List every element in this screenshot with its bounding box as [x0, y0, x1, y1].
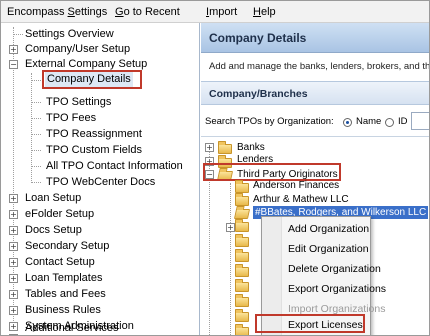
- folder-icon: [235, 294, 249, 307]
- expand-icon[interactable]: +: [226, 223, 235, 232]
- radio-id-label: ID: [398, 116, 408, 127]
- app-window: Encompass Settings Go to Recent Import H…: [0, 0, 430, 336]
- tree-item-secondary-setup[interactable]: Secondary Setup: [25, 239, 109, 254]
- folder-icon: [235, 193, 249, 206]
- expand-icon[interactable]: +: [9, 194, 18, 203]
- menu-delete-organization[interactable]: Delete Organization: [288, 263, 381, 275]
- tree-item-loan-templates[interactable]: Loan Templates: [25, 271, 102, 286]
- folder-icon: [235, 180, 249, 193]
- expand-icon[interactable]: +: [9, 242, 18, 251]
- expand-icon[interactable]: +: [9, 258, 18, 267]
- radio-name-label: Name: [356, 116, 382, 127]
- folder-icon: [235, 309, 249, 322]
- tree-item-tpo-settings[interactable]: TPO Settings: [46, 95, 111, 110]
- folder-icon: [235, 279, 249, 292]
- menu-import[interactable]: Import: [206, 6, 237, 18]
- menu-add-organization[interactable]: Add Organization: [288, 223, 369, 235]
- tree-item-business-rules[interactable]: Business Rules: [25, 303, 101, 318]
- expand-icon[interactable]: +: [9, 226, 18, 235]
- radio-name[interactable]: [343, 118, 352, 127]
- expand-icon[interactable]: +: [9, 45, 18, 54]
- section-title: Company/Branches: [209, 88, 308, 100]
- panel-title: Company Details: [209, 31, 307, 45]
- expand-icon[interactable]: +: [9, 322, 18, 331]
- highlight-box: [42, 70, 142, 89]
- panel-description: Add and manage the banks, lenders, broke…: [209, 61, 430, 72]
- menu-go-to-recent[interactable]: Go to Recent: [115, 6, 180, 18]
- expand-icon[interactable]: +: [9, 274, 18, 283]
- org-item-anderson-finances[interactable]: Anderson Finances: [253, 179, 339, 192]
- menu-edit-organization[interactable]: Edit Organization: [288, 243, 369, 255]
- search-input[interactable]: [411, 112, 429, 130]
- menu-encompass-settings[interactable]: Encompass Settings: [7, 6, 107, 18]
- folder-icon: [235, 219, 249, 232]
- settings-tree: Settings Overview + Company/User Setup −…: [1, 23, 200, 335]
- tree-item-tpo-custom-fields[interactable]: TPO Custom Fields: [46, 143, 142, 158]
- tree-item-docs-setup[interactable]: Docs Setup: [25, 223, 82, 238]
- tree-item-loan-setup[interactable]: Loan Setup: [25, 191, 81, 206]
- folder-icon: [235, 234, 249, 247]
- tree-item-company-user-setup[interactable]: Company/User Setup: [25, 42, 130, 57]
- tree-item-tpo-webcenter-docs[interactable]: TPO WebCenter Docs: [46, 175, 155, 190]
- tree-item-tables-and-fees[interactable]: Tables and Fees: [25, 287, 106, 302]
- collapse-icon[interactable]: −: [9, 60, 18, 69]
- expand-icon[interactable]: +: [9, 306, 18, 315]
- tree-item-efolder-setup[interactable]: eFolder Setup: [25, 207, 94, 222]
- section-header: Company/Branches: [201, 81, 429, 105]
- folder-icon: [235, 264, 249, 277]
- search-bar: Search TPOs by Organization: Name ID: [201, 109, 429, 135]
- menu-help[interactable]: Help: [253, 6, 276, 18]
- highlight-box: [255, 314, 365, 333]
- expand-icon[interactable]: +: [9, 290, 18, 299]
- search-label: Search TPOs by Organization:: [205, 116, 334, 127]
- folder-open-icon: [233, 209, 251, 219]
- tree-item-tpo-fees[interactable]: TPO Fees: [46, 111, 96, 126]
- folder-icon: [235, 324, 249, 335]
- tree-item-settings-overview[interactable]: Settings Overview: [25, 27, 114, 42]
- folder-icon: [218, 141, 232, 154]
- tree-item-contact-setup[interactable]: Contact Setup: [25, 255, 95, 270]
- org-item-arthur-mathew[interactable]: Arthur & Mathew LLC: [253, 193, 349, 206]
- tree-item-additional-services[interactable]: Additional Services: [25, 321, 119, 335]
- expand-icon[interactable]: +: [9, 210, 18, 219]
- radio-id[interactable]: [385, 118, 394, 127]
- expand-icon[interactable]: +: [205, 143, 214, 152]
- folder-icon: [235, 249, 249, 262]
- menu-bar: Encompass Settings Go to Recent Import H…: [1, 1, 429, 23]
- menu-export-organizations[interactable]: Export Organizations: [288, 283, 386, 295]
- panel-header: Company Details: [201, 23, 429, 53]
- tree-item-all-tpo-contact-information[interactable]: All TPO Contact Information: [46, 159, 183, 174]
- tree-item-tpo-reassignment[interactable]: TPO Reassignment: [46, 127, 142, 142]
